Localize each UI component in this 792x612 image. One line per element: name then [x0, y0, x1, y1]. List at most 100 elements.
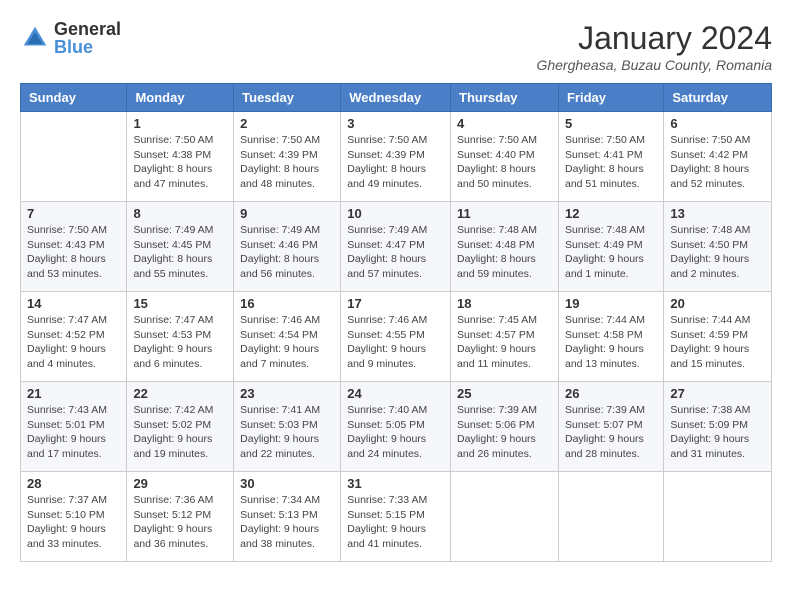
sunrise-text: Sunrise: 7:48 AM: [670, 224, 750, 236]
sunset-text: Sunset: 4:49 PM: [565, 239, 643, 251]
calendar-cell: 10Sunrise: 7:49 AMSunset: 4:47 PMDayligh…: [341, 202, 451, 292]
calendar-cell: 18Sunrise: 7:45 AMSunset: 4:57 PMDayligh…: [451, 292, 559, 382]
page-header: General Blue January 2024 Ghergheasa, Bu…: [20, 20, 772, 73]
day-info: Sunrise: 7:34 AM Sunset: 5:13 PM Daylight:…: [240, 493, 334, 552]
logo-blue: Blue: [54, 38, 121, 56]
calendar-table: Sunday Monday Tuesday Wednesday Thursday…: [20, 83, 772, 562]
sunset-text: Sunset: 4:58 PM: [565, 329, 643, 341]
day-number: 15: [133, 296, 227, 311]
calendar-cell: 4Sunrise: 7:50 AMSunset: 4:40 PMDaylight…: [451, 112, 559, 202]
sunrise-text: Sunrise: 7:47 AM: [27, 314, 107, 326]
day-info: Sunrise: 7:50 AMSunset: 4:38 PMDaylight:…: [133, 133, 227, 192]
day-number: 18: [457, 296, 552, 311]
sunrise-text: Sunrise: 7:48 AM: [565, 224, 645, 236]
day-number: 31: [347, 476, 444, 491]
daylight-text: Daylight: 9 hours and 15 minutes.: [670, 343, 749, 370]
day-info: Sunrise: 7:48 AMSunset: 4:48 PMDaylight:…: [457, 223, 552, 282]
day-info: Sunrise: 7:44 AMSunset: 4:58 PMDaylight:…: [565, 313, 657, 372]
day-number: 26: [565, 386, 657, 401]
daylight-text: Daylight: 8 hours and 53 minutes.: [27, 253, 106, 280]
day-number: 4: [457, 116, 552, 131]
calendar-cell: 27Sunrise: 7:38 AMSunset: 5:09 PMDayligh…: [664, 382, 772, 472]
day-info: Sunrise: 7:33 AMSunset: 5:15 PMDaylight:…: [347, 493, 444, 552]
day-number: 21: [27, 386, 120, 401]
day-number: 30: [240, 476, 334, 491]
month-title: January 2024: [536, 20, 772, 57]
sunrise-text: Sunrise: 7:34 AM: [240, 494, 320, 506]
daylight-text: Daylight: 9 hours and 33 minutes.: [27, 523, 106, 550]
day-number: 19: [565, 296, 657, 311]
day-info: Sunrise: 7:46 AMSunset: 4:55 PMDaylight:…: [347, 313, 444, 372]
daylight-text: Daylight: 8 hours and 49 minutes.: [347, 163, 426, 190]
sunrise-text: Sunrise: 7:39 AM: [457, 404, 537, 416]
sunrise-text: Sunrise: 7:44 AM: [670, 314, 750, 326]
day-info: Sunrise: 7:50 AMSunset: 4:42 PMDaylight:…: [670, 133, 765, 192]
daylight-text: Daylight: 9 hours and 2 minutes.: [670, 253, 749, 280]
sunset-text: Sunset: 5:01 PM: [27, 419, 105, 431]
day-number: 23: [240, 386, 334, 401]
daylight-text: Daylight: 9 hours and 1 minute.: [565, 253, 644, 280]
calendar-cell: 14Sunrise: 7:47 AMSunset: 4:52 PMDayligh…: [21, 292, 127, 382]
daylight-text: Daylight: 9 hours and 31 minutes.: [670, 433, 749, 460]
sunset-text: Sunset: 4:39 PM: [347, 149, 425, 161]
calendar-cell: 29Sunrise: 7:36 AMSunset: 5:12 PMDayligh…: [127, 472, 234, 562]
day-number: 6: [670, 116, 765, 131]
sunrise-text: Sunrise: 7:49 AM: [133, 224, 213, 236]
sunset-text: Sunset: 5:12 PM: [133, 509, 211, 521]
header-thursday: Thursday: [451, 84, 559, 112]
calendar-cell: 28Sunrise: 7:37 AMSunset: 5:10 PMDayligh…: [21, 472, 127, 562]
location: Ghergheasa, Buzau County, Romania: [536, 57, 772, 73]
sunrise-text: Sunrise: 7:40 AM: [347, 404, 427, 416]
sunset-text: Sunset: 4:45 PM: [133, 239, 211, 251]
calendar-cell: 30 Sunrise: 7:34 AM Sunset: 5:13 PM Dayligh…: [234, 472, 341, 562]
calendar-cell: [664, 472, 772, 562]
sunrise-text: Sunrise: 7:50 AM: [670, 134, 750, 146]
daylight-text: Daylight: 9 hours and 11 minutes.: [457, 343, 536, 370]
daylight-text: Daylight: 9 hours and 22 minutes.: [240, 433, 319, 460]
day-number: 13: [670, 206, 765, 221]
day-number: 24: [347, 386, 444, 401]
day-number: 7: [27, 206, 120, 221]
sunrise-text: Sunrise: 7:39 AM: [565, 404, 645, 416]
calendar-cell: 21Sunrise: 7:43 AMSunset: 5:01 PMDayligh…: [21, 382, 127, 472]
sunset-text: Sunset: 4:48 PM: [457, 239, 535, 251]
sunrise-text: Sunrise: 7:50 AM: [27, 224, 107, 236]
sunrise-text: Sunrise: 7:46 AM: [347, 314, 427, 326]
calendar-cell: [558, 472, 663, 562]
sunrise-text: Sunrise: 7:50 AM: [565, 134, 645, 146]
sunset-text: Sunset: 4:52 PM: [27, 329, 105, 341]
sunrise-text: Sunrise: 7:42 AM: [133, 404, 213, 416]
sunset-text: Sunset: 5:09 PM: [670, 419, 748, 431]
day-info: Sunrise: 7:49 AMSunset: 4:47 PMDaylight:…: [347, 223, 444, 282]
sunset-text: Sunset: 5:06 PM: [457, 419, 535, 431]
daylight-text: Daylight: 9 hours and 38 minutes.: [240, 523, 319, 550]
day-number: 28: [27, 476, 120, 491]
header-sunday: Sunday: [21, 84, 127, 112]
title-block: January 2024 Ghergheasa, Buzau County, R…: [536, 20, 772, 73]
sunset-text: Sunset: 4:55 PM: [347, 329, 425, 341]
day-info: Sunrise: 7:50 AMSunset: 4:41 PMDaylight:…: [565, 133, 657, 192]
sunset-text: Sunset: 4:42 PM: [670, 149, 748, 161]
sunset-text: Sunset: 4:38 PM: [133, 149, 211, 161]
calendar-cell: [451, 472, 559, 562]
sunset-text: Sunset: 4:57 PM: [457, 329, 535, 341]
day-number: 5: [565, 116, 657, 131]
day-number: 11: [457, 206, 552, 221]
day-info: Sunrise: 7:40 AMSunset: 5:05 PMDaylight:…: [347, 403, 444, 462]
sunrise-text: Sunrise: 7:46 AM: [240, 314, 320, 326]
sunset-text: Sunset: 4:59 PM: [670, 329, 748, 341]
calendar-cell: 19 Sunrise: 7:44 AMSunset: 4:58 PMDayligh…: [558, 292, 663, 382]
day-info: Sunrise: 7:44 AM Sunset: 4:59 PM Daylight:…: [670, 313, 765, 372]
sunrise-text: Sunrise: 7:49 AM: [240, 224, 320, 236]
calendar-cell: 5 Sunrise: 7:50 AMSunset: 4:41 PMDaylight…: [558, 112, 663, 202]
day-info: Sunrise: 7:48 AMSunset: 4:50 PMDaylight:…: [670, 223, 765, 282]
day-number: 17: [347, 296, 444, 311]
day-info: Sunrise: 7:39 AMSunset: 5:07 PMDaylight:…: [565, 403, 657, 462]
day-info: Sunrise: 7:47 AMSunset: 4:52 PMDaylight:…: [27, 313, 120, 372]
daylight-text: Daylight: 9 hours and 7 minutes.: [240, 343, 319, 370]
calendar-cell: 13 Sunrise: 7:48 AMSunset: 4:50 PMDayligh…: [664, 202, 772, 292]
daylight-text: Daylight: 8 hours and 48 minutes.: [240, 163, 319, 190]
day-number: 16: [240, 296, 334, 311]
sunset-text: Sunset: 5:10 PM: [27, 509, 105, 521]
sunset-text: Sunset: 5:13 PM: [240, 509, 318, 521]
